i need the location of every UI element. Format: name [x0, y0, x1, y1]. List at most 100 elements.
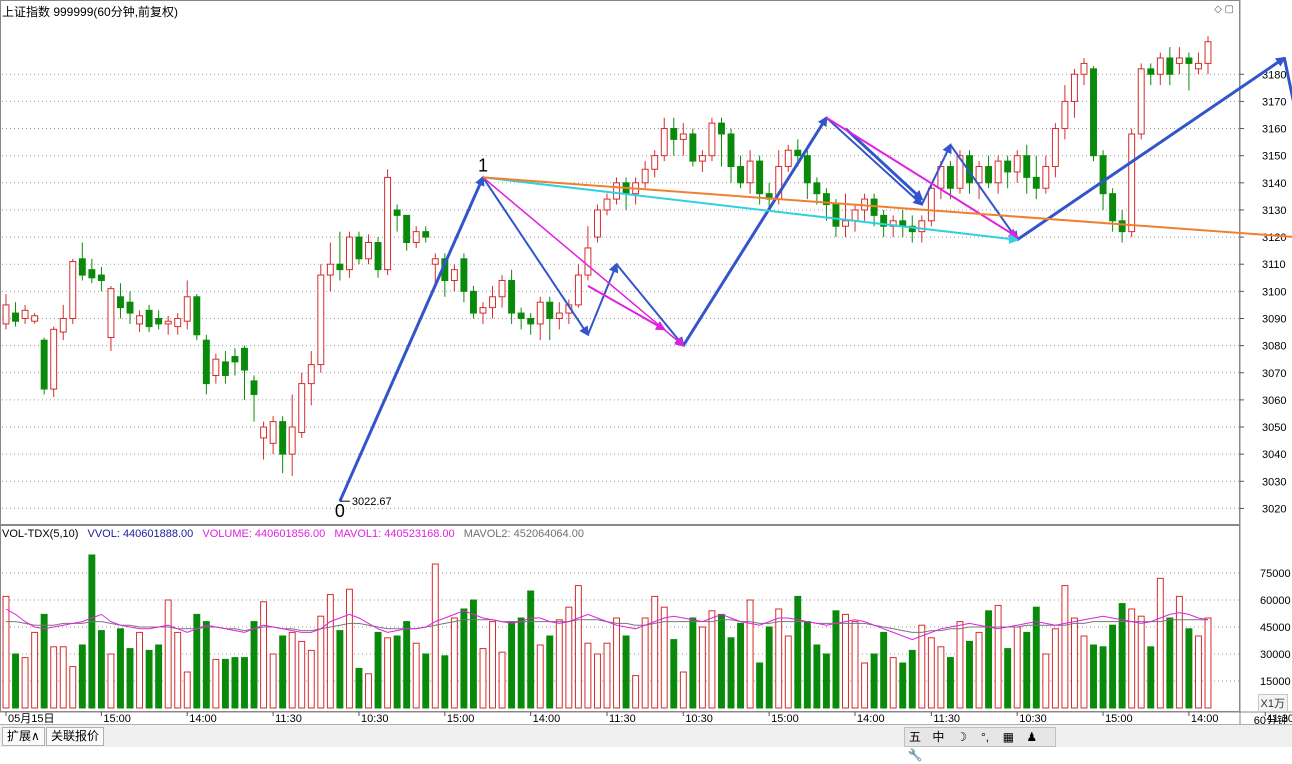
price-tick-label: 3170	[1262, 96, 1286, 108]
wave-arrow	[844, 127, 924, 201]
ime-settings-icon[interactable]: 🔧	[905, 746, 925, 764]
candle-up	[1013, 155, 1021, 173]
price-tick-label: 3050	[1262, 422, 1286, 434]
candle-down	[1118, 220, 1126, 233]
volume-tick-label: 45000	[1260, 622, 1291, 634]
candle-down	[1004, 160, 1012, 173]
candle-down	[794, 149, 802, 157]
candle-up	[1156, 57, 1164, 75]
price-tick-label: 3060	[1262, 395, 1286, 407]
volume-bar-up	[927, 637, 935, 709]
ime-halfwidth-icon[interactable]: ☽	[952, 728, 972, 746]
candle-up	[1070, 73, 1078, 102]
candle-down	[1099, 155, 1107, 195]
price-tick-label: 3080	[1262, 341, 1286, 353]
wave-label: 0	[335, 501, 345, 521]
candle-up	[594, 209, 601, 238]
candle-down	[1032, 176, 1040, 189]
volume-bar-down	[899, 662, 907, 709]
volume-bar-down	[12, 653, 19, 709]
time-tick-label: 15:00	[447, 713, 475, 724]
input-method-tray[interactable]: 五 中 ☽ °, ▦ ♟ 🔧	[904, 727, 1056, 762]
price-tick-label: 3120	[1262, 232, 1286, 244]
bottom-toolbar: 扩展∧ 关联报价 五 中 ☽ °, ▦ ♟ 🔧	[0, 724, 1292, 762]
volume-bar-down	[737, 622, 745, 709]
volume-bar-down	[88, 554, 96, 709]
candle-up	[31, 315, 39, 322]
volume-bar-down	[1147, 646, 1155, 709]
volume-bar-up	[1080, 635, 1088, 709]
candle-up	[107, 288, 115, 338]
candle-down	[97, 274, 105, 281]
volume-bar-down	[622, 635, 630, 709]
candle-down	[403, 214, 411, 244]
candle-down	[126, 301, 134, 314]
volume-bar-up	[1061, 585, 1069, 709]
volume-bar-up	[69, 666, 77, 709]
volume-bar-up	[536, 644, 544, 709]
candle-up	[365, 242, 372, 260]
candle-down	[670, 128, 678, 140]
candle-down	[1166, 57, 1174, 75]
wave-label: 1	[478, 155, 488, 175]
ime-chinese-icon[interactable]: 中	[928, 728, 948, 746]
volume-bar-down	[469, 599, 477, 709]
price-volume-chart[interactable]: 3020 3030 3040 3050 3060 3070 3080 3090 3100 3110…	[0, 0, 1292, 724]
candle-down	[517, 312, 525, 319]
candle-up	[412, 231, 420, 244]
candle-up	[498, 279, 506, 298]
volume-bar-up	[307, 649, 315, 709]
volume-bar-up	[632, 675, 640, 709]
time-tick-label: 15:00	[1105, 713, 1133, 724]
candle-up	[555, 312, 563, 319]
price-tick-label: 3020	[1262, 503, 1286, 515]
candle-up	[784, 149, 792, 168]
volume-bar-up	[1070, 617, 1078, 709]
candle-up	[584, 247, 592, 276]
panel-window-icons[interactable]: ◇ ▢	[1214, 4, 1234, 15]
volume-bar-down	[231, 657, 239, 709]
time-tick-label: 14:00	[857, 713, 885, 724]
volume-bar-up	[21, 657, 29, 709]
candle-down	[546, 301, 554, 319]
volume-bar-up	[269, 653, 277, 709]
price-tick-label: 3150	[1262, 151, 1286, 163]
volume-bar-up	[651, 595, 659, 709]
time-tick-label: 10:30	[361, 713, 389, 724]
vol-indicator-name: VOL-TDX(5,10)	[2, 528, 79, 540]
ime-punctuation-icon[interactable]: °,	[975, 728, 995, 746]
candle-up	[708, 122, 716, 157]
candle-up	[651, 155, 659, 170]
wave-arrow	[615, 263, 685, 348]
candle-up	[698, 155, 706, 162]
candle-up	[479, 307, 487, 314]
volume-tick-label: 30000	[1260, 649, 1291, 661]
volume-bar-down	[78, 644, 86, 709]
ime-wubi-icon[interactable]: 五	[905, 728, 925, 746]
volume-bar-up	[2, 595, 10, 709]
volume-bar-up	[975, 631, 983, 709]
candle-up	[307, 364, 315, 385]
volume-tick-label: 75000	[1260, 568, 1291, 580]
ime-user-icon[interactable]: ♟	[1022, 728, 1042, 746]
candle-down	[756, 160, 764, 195]
volume-bar-up	[50, 646, 58, 709]
expand-tab[interactable]: 扩展∧	[2, 727, 45, 746]
time-tick-label: 14:00	[189, 713, 217, 724]
volume-bar-down	[355, 667, 363, 709]
volume-bar-down	[527, 590, 535, 709]
volume-bar-down	[1185, 628, 1193, 709]
volume-bar-up	[698, 626, 706, 709]
candle-down	[527, 317, 535, 325]
volume-bar-down	[756, 662, 764, 709]
price-tick-label: 3030	[1262, 476, 1286, 488]
ime-keyboard-icon[interactable]: ▦	[998, 728, 1018, 746]
volume-bar-up	[136, 631, 144, 709]
volume-bar-up	[345, 588, 353, 709]
volume-bar-down	[794, 595, 802, 709]
volume-bar-up	[994, 604, 1002, 709]
candle-down	[12, 312, 19, 322]
related-quotes-tab[interactable]: 关联报价	[46, 727, 105, 746]
volume-bar-down	[670, 639, 678, 709]
volume-bar-up	[498, 651, 506, 709]
